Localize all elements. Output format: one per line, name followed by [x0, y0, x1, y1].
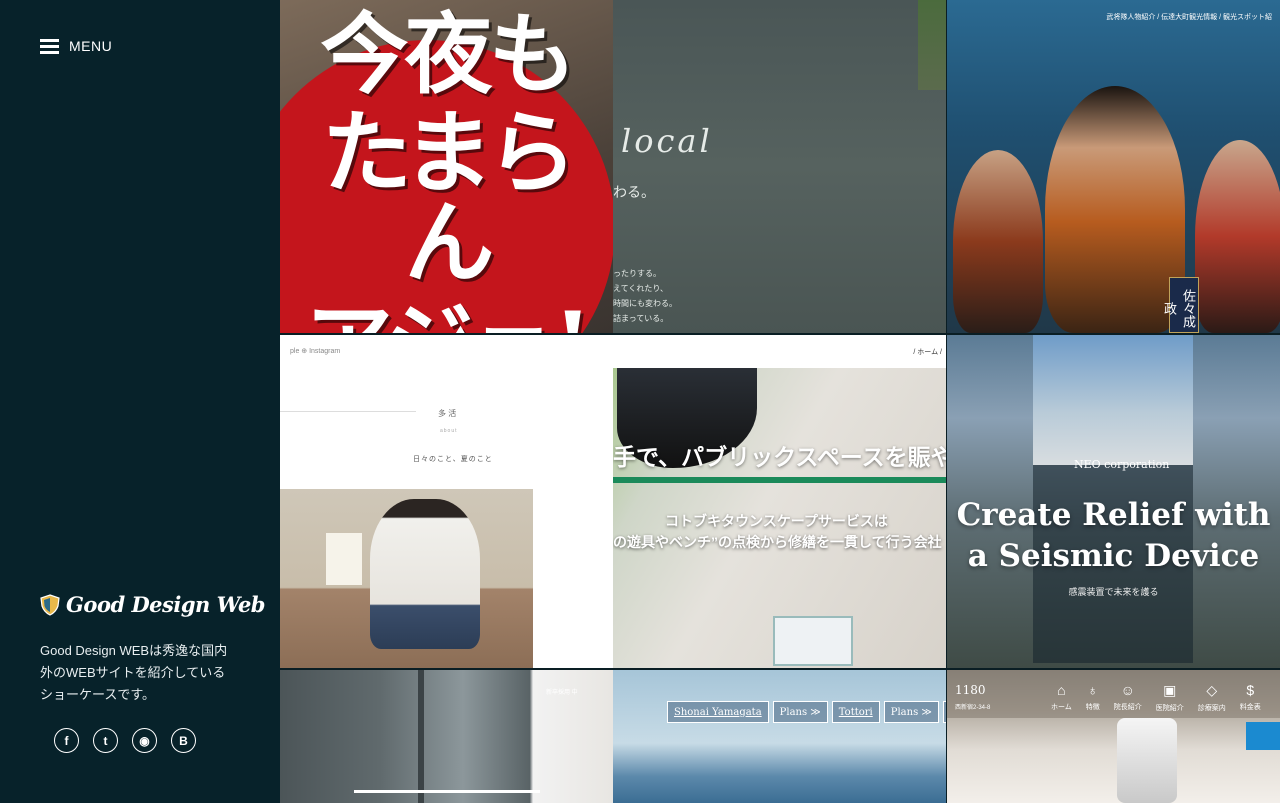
dental-light [1117, 718, 1177, 803]
shield-icon [40, 593, 60, 616]
showcase-tile-3[interactable]: 武将隊人物紹介 / 伝達大町観光情報 / 観光スポット紹 佐々成政 [947, 0, 1280, 333]
para-line: ったりする。 [613, 269, 661, 278]
twitter-icon[interactable]: t [93, 728, 118, 753]
progress-bar [354, 790, 540, 793]
plan-button[interactable]: Sa [942, 701, 946, 723]
picture-card [326, 533, 362, 585]
plan-button[interactable]: Plans ≫ [883, 701, 939, 723]
tile-nav: 武将隊人物紹介 / 伝達大町観光情報 / 観光スポット紹 [1106, 14, 1272, 21]
tile-title: 多 活 [438, 409, 457, 418]
clinic-nav-item[interactable]: ♁ 特徴 [1086, 682, 1100, 713]
tile-subtitle: わる。 [613, 184, 655, 200]
headline-line-3: アジェ! [280, 300, 613, 333]
menu-button[interactable]: MENU [40, 38, 112, 54]
showcase-tile-1[interactable]: 今夜も たまらん アジェ! [280, 0, 613, 333]
tile-caption: 日々のこと、夏のこと [413, 456, 493, 463]
site-description: Good Design WEBは秀逸な国内外のWEBサイトを紹介しているショーケ… [40, 643, 228, 702]
tile-nav: / ホーム / [913, 349, 942, 356]
plan-button[interactable]: Tottori [831, 701, 880, 723]
tile-subtitle: 感震装置で未来を護る [1068, 587, 1159, 597]
plan-buttons: Shonai Yamagata Plans ≫ Tottori Plans ≫ … [667, 701, 946, 723]
clinic-nav: ⌂ ホーム ♁ 特徴 ☺ 院長紹介 ▣ 医院紹介 ◇ 診療案内 $ 料金表 [1051, 682, 1261, 713]
name-badge: 佐々成政 [1162, 277, 1199, 333]
foliage [918, 0, 946, 90]
id-tag [773, 616, 853, 666]
showcase-tile-4[interactable]: ple ⊕ Instagram 多 活 about 日々のこと、夏のこと [280, 335, 613, 668]
green-band [613, 477, 946, 483]
neo-logo: NEO corporation [1074, 458, 1170, 471]
bulb-icon: ♁ [1087, 682, 1099, 698]
tile-nav: ple ⊕ Instagram [290, 348, 341, 355]
person [370, 499, 480, 649]
clinic-nav-item[interactable]: $ 料金表 [1240, 682, 1261, 713]
logo-text: Good Design Web [66, 592, 266, 617]
clinic-nav-item[interactable]: ◇ 診療案内 [1198, 682, 1226, 713]
showcase-tile-6[interactable]: NEO corporation Create Relief with a Sei… [947, 335, 1280, 668]
showcase-tile-7[interactable]: 新卒採用 中 [280, 670, 613, 803]
tile-subline-2: の遊具やベンチ”の点検から修繕を一貫して行う会社 [613, 534, 942, 550]
person-left [953, 150, 1043, 333]
tile-photo [280, 489, 533, 668]
person-right [1195, 140, 1280, 333]
tile-headline: 今夜も たまらん アジェ! [280, 10, 613, 333]
para-line: 詰まっている。 [613, 314, 669, 323]
person-center [1045, 86, 1185, 333]
para-line: 時間にも変わる。 [613, 299, 677, 308]
home-icon: ⌂ [1057, 682, 1066, 698]
facebook-icon[interactable]: f [54, 728, 79, 753]
tile-subtitle: about [440, 428, 458, 434]
tile-nav: 新卒採用 中 [546, 690, 578, 696]
tile-paragraph: ったりする。 えてくれたり、 時間にも変わる。 詰まっている。 [613, 266, 677, 326]
tile-script-title: local [621, 122, 713, 160]
sky-panel [1033, 335, 1193, 465]
clinic-nav-item[interactable]: ⌂ ホーム [1051, 682, 1072, 713]
doctor-icon: ☺ [1120, 682, 1135, 698]
tile-headline: Create Relief with a Seismic Device [956, 497, 1271, 574]
tooth-icon: ◇ [1206, 682, 1218, 698]
showcase-tile-2[interactable]: local わる。 ったりする。 えてくれたり、 時間にも変わる。 詰まっている… [613, 0, 946, 333]
showcase-tile-9[interactable]: 1180 西新宿2-34-8 ⌂ ホーム ♁ 特徴 ☺ 院長紹介 ▣ 医院紹介 ◇ 診療案… [947, 670, 1280, 803]
clinic-nav-item[interactable]: ▣ 医院紹介 [1156, 682, 1184, 713]
clinic-number: 1180 [955, 683, 986, 697]
clinic-address: 西新宿2-34-8 [955, 705, 991, 711]
feedly-icon[interactable]: ◉ [132, 728, 157, 753]
para-line: えてくれたり、 [613, 284, 669, 293]
pillar [418, 670, 424, 803]
hatena-icon[interactable]: B [171, 728, 196, 753]
plan-button[interactable]: Shonai Yamagata [667, 701, 769, 723]
price-icon: $ [1246, 682, 1255, 698]
divider [280, 411, 416, 412]
plan-button[interactable]: Plans ≫ [772, 701, 828, 723]
headline-line-2: たまらん [321, 100, 577, 296]
showcase-tile-5[interactable]: / ホーム / 手で、パブリックスペースを賑やか コトブキタウンスケープサービス… [613, 335, 946, 668]
menu-label: MENU [69, 38, 113, 54]
tile-subline-1: コトブキタウンスケープサービスは [665, 513, 888, 529]
showcase-grid: 今夜も たまらん アジェ! local わる。 ったりする。 えてくれたり、 時… [280, 0, 1280, 803]
tile-background [613, 670, 946, 803]
social-links: f t ◉ B [54, 728, 196, 753]
showcase-tile-8[interactable]: Shonai Yamagata Plans ≫ Tottori Plans ≫ … [613, 670, 946, 803]
clinic-nav-item[interactable]: ☺ 院長紹介 [1114, 682, 1142, 713]
sidebar: MENU Good Design Web Good Design WEBは秀逸な… [0, 0, 280, 803]
hamburger-icon [40, 38, 59, 54]
clock-tab[interactable] [1246, 722, 1280, 750]
headline-line-1: 今夜も [320, 2, 576, 106]
site-logo[interactable]: Good Design Web [40, 592, 266, 617]
tile-headline: 手で、パブリックスペースを賑やか [613, 444, 946, 470]
camera-icon: ▣ [1163, 682, 1177, 698]
